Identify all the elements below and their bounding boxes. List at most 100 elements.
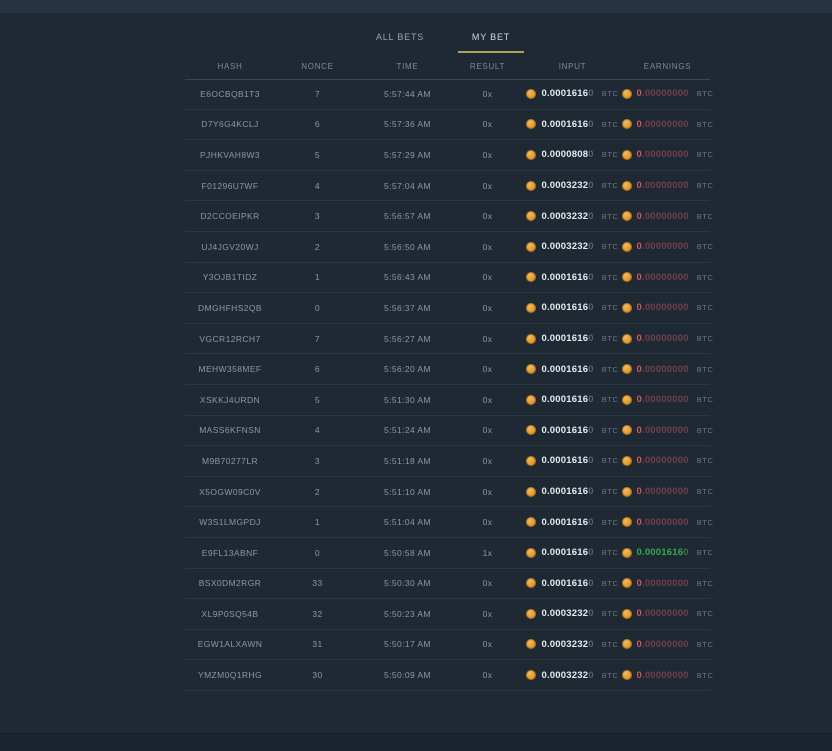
- bet-row[interactable]: D7Y6G4KCLJ 6 5:57:36 AM 0x 0.00016160 BT…: [185, 110, 710, 141]
- bet-input-amount: 0.00016160: [541, 88, 593, 99]
- bet-nonce: 3: [275, 456, 360, 466]
- bet-nonce: 5: [275, 395, 360, 405]
- column-header-result: RESULT: [455, 62, 520, 71]
- column-header-hash: HASH: [185, 62, 275, 71]
- btc-currency-label: BTC: [697, 456, 714, 465]
- bet-time: 5:50:09 AM: [360, 670, 455, 680]
- bet-hash: Y3OJB1TIDZ: [185, 272, 275, 282]
- btc-currency-label: BTC: [697, 334, 714, 343]
- bet-row[interactable]: W3S1LMGPDJ 1 5:51:04 AM 0x 0.00016160 BT…: [185, 507, 710, 538]
- bet-row[interactable]: X5OGW09C0V 2 5:51:10 AM 0x 0.00016160 BT…: [185, 477, 710, 508]
- tab-my-bet[interactable]: MY BET: [458, 32, 524, 53]
- bet-input: 0.00016160 BTC: [520, 578, 625, 589]
- bet-input-amount: 0.00032320: [541, 211, 593, 222]
- column-header-nonce: NONCE: [275, 62, 360, 71]
- btc-currency-label: BTC: [697, 242, 714, 251]
- btc-currency-label: BTC: [602, 671, 619, 680]
- column-header-earnings: EARNINGS: [625, 62, 710, 71]
- btc-currency-label: BTC: [602, 334, 619, 343]
- bet-hash: D2CCOEIPKR: [185, 211, 275, 221]
- bet-nonce: 7: [275, 89, 360, 99]
- bet-nonce: 7: [275, 334, 360, 344]
- bet-earnings-amount: 0.00000000: [637, 211, 689, 222]
- bet-input-amount: 0.00032320: [541, 180, 593, 191]
- bet-row[interactable]: MEHW358MEF 6 5:56:20 AM 0x 0.00016160 BT…: [185, 354, 710, 385]
- btc-coin-icon: [622, 395, 632, 405]
- bet-hash: DMGHFHS2QB: [185, 303, 275, 313]
- bet-row[interactable]: XSKKJ4URDN 5 5:51:30 AM 0x 0.00016160 BT…: [185, 385, 710, 416]
- bet-row[interactable]: UJ4JGV20WJ 2 5:56:50 AM 0x 0.00032320 BT…: [185, 232, 710, 263]
- tab-all-bets[interactable]: ALL BETS: [376, 32, 424, 51]
- btc-currency-label: BTC: [697, 609, 714, 618]
- btc-coin-icon: [622, 456, 632, 466]
- bet-row[interactable]: YMZM0Q1RHG 30 5:50:09 AM 0x 0.00032320 B…: [185, 660, 710, 691]
- btc-coin-icon: [526, 609, 536, 619]
- bet-input: 0.00016160 BTC: [520, 455, 625, 466]
- bet-hash: D7Y6G4KCLJ: [185, 119, 275, 129]
- bet-row[interactable]: XL9P0SQ54B 32 5:50:23 AM 0x 0.00032320 B…: [185, 599, 710, 630]
- bet-time: 5:51:10 AM: [360, 487, 455, 497]
- bet-result: 0x: [455, 303, 520, 313]
- bet-earnings: 0.00000000 BTC: [625, 241, 710, 252]
- btc-currency-label: BTC: [602, 273, 619, 282]
- bet-nonce: 0: [275, 303, 360, 313]
- bet-result: 0x: [455, 456, 520, 466]
- bet-row[interactable]: E6OCBQB1T3 7 5:57:44 AM 0x 0.00016160 BT…: [185, 79, 710, 110]
- bet-nonce: 0: [275, 548, 360, 558]
- bet-row[interactable]: E9FL13ABNF 0 5:50:58 AM 1x 0.00016160 BT…: [185, 538, 710, 569]
- bet-row[interactable]: MASS6KFNSN 4 5:51:24 AM 0x 0.00016160 BT…: [185, 416, 710, 447]
- bet-earnings-amount: 0.00000000: [637, 425, 689, 436]
- btc-currency-label: BTC: [602, 518, 619, 527]
- bet-earnings: 0.00000000 BTC: [625, 608, 710, 619]
- btc-coin-icon: [622, 334, 632, 344]
- bet-row[interactable]: Y3OJB1TIDZ 1 5:56:43 AM 0x 0.00016160 BT…: [185, 263, 710, 294]
- bet-row[interactable]: DMGHFHS2QB 0 5:56:37 AM 0x 0.00016160 BT…: [185, 293, 710, 324]
- btc-currency-label: BTC: [602, 303, 619, 312]
- bet-time: 5:50:17 AM: [360, 639, 455, 649]
- bet-input: 0.00016160 BTC: [520, 333, 625, 344]
- btc-currency-label: BTC: [697, 671, 714, 680]
- btc-currency-label: BTC: [602, 365, 619, 374]
- bet-time: 5:50:30 AM: [360, 578, 455, 588]
- bet-input-amount: 0.00016160: [541, 364, 593, 375]
- bet-hash: BSX0DM2RGR: [185, 578, 275, 588]
- bet-nonce: 33: [275, 578, 360, 588]
- bet-result: 0x: [455, 150, 520, 160]
- bet-row[interactable]: EGW1ALXAWN 31 5:50:17 AM 0x 0.00032320 B…: [185, 630, 710, 661]
- btc-currency-label: BTC: [697, 303, 714, 312]
- bet-input: 0.00008080 BTC: [520, 149, 625, 160]
- bet-result: 0x: [455, 119, 520, 129]
- bet-hash: EGW1ALXAWN: [185, 639, 275, 649]
- bet-row[interactable]: D2CCOEIPKR 3 5:56:57 AM 0x 0.00032320 BT…: [185, 201, 710, 232]
- bet-input: 0.00032320 BTC: [520, 670, 625, 681]
- bet-row[interactable]: VGCR12RCH7 7 5:56:27 AM 0x 0.00016160 BT…: [185, 324, 710, 355]
- btc-currency-label: BTC: [602, 242, 619, 251]
- bet-row[interactable]: PJHKVAH8W3 5 5:57:29 AM 0x 0.00008080 BT…: [185, 140, 710, 171]
- btc-currency-label: BTC: [697, 640, 714, 649]
- btc-currency-label: BTC: [697, 426, 714, 435]
- bet-earnings-amount: 0.00000000: [637, 119, 689, 130]
- bet-hash: YMZM0Q1RHG: [185, 670, 275, 680]
- bet-earnings: 0.00000000 BTC: [625, 486, 710, 497]
- bet-row[interactable]: F01296U7WF 4 5:57:04 AM 0x 0.00032320 BT…: [185, 171, 710, 202]
- btc-coin-icon: [526, 211, 536, 221]
- bet-nonce: 2: [275, 242, 360, 252]
- bet-earnings-amount: 0.00000000: [637, 455, 689, 466]
- column-header-input: INPUT: [520, 62, 625, 71]
- bet-nonce: 2: [275, 487, 360, 497]
- bet-hash: E6OCBQB1T3: [185, 89, 275, 99]
- bets-tabs: ALL BETS MY BET: [185, 28, 710, 54]
- bet-input: 0.00032320 BTC: [520, 211, 625, 222]
- btc-currency-label: BTC: [602, 150, 619, 159]
- btc-coin-icon: [526, 334, 536, 344]
- btc-coin-icon: [526, 487, 536, 497]
- btc-currency-label: BTC: [602, 609, 619, 618]
- bet-row[interactable]: BSX0DM2RGR 33 5:50:30 AM 0x 0.00016160 B…: [185, 569, 710, 600]
- btc-coin-icon: [622, 425, 632, 435]
- bet-input-amount: 0.00016160: [541, 302, 593, 313]
- btc-coin-icon: [622, 181, 632, 191]
- bet-hash: PJHKVAH8W3: [185, 150, 275, 160]
- bet-result: 0x: [455, 578, 520, 588]
- btc-currency-label: BTC: [697, 89, 714, 98]
- bet-row[interactable]: M9B70277LR 3 5:51:18 AM 0x 0.00016160 BT…: [185, 446, 710, 477]
